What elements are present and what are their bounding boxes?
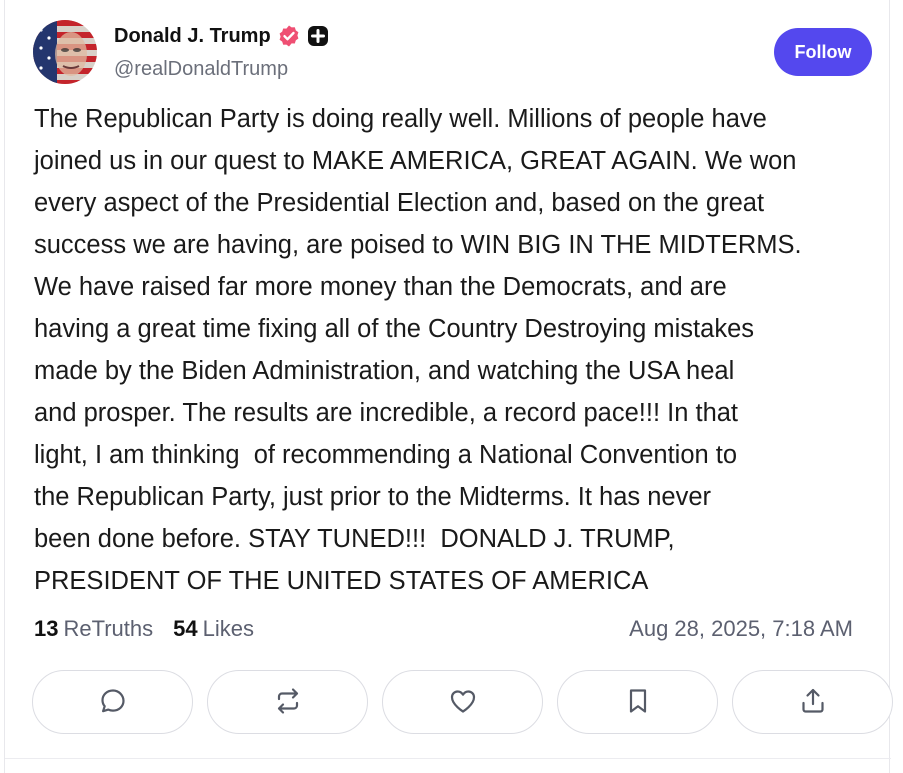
retruths-label[interactable]: ReTruths xyxy=(63,616,153,642)
likes-label[interactable]: Likes xyxy=(203,616,254,642)
likes-count[interactable]: 54 xyxy=(173,616,197,642)
follow-button[interactable]: Follow xyxy=(774,28,872,76)
retruth-icon xyxy=(273,686,303,719)
verified-badge-icon xyxy=(277,24,301,48)
bookmark-icon xyxy=(623,686,653,719)
author-name-row: Donald J. Trump xyxy=(114,24,329,48)
avatar[interactable] xyxy=(33,20,97,84)
retruths-count[interactable]: 13 xyxy=(34,616,58,642)
action-bar xyxy=(32,670,893,734)
plus-subscriber-icon xyxy=(307,25,329,47)
post-stats: 13 ReTruths 54 Likes xyxy=(34,616,254,642)
retruth-button[interactable] xyxy=(207,670,368,734)
author-handle[interactable]: @realDonaldTrump xyxy=(114,58,288,81)
post-timestamp: Aug 28, 2025, 7:18 AM xyxy=(629,616,853,641)
post-card: Donald J. Trump @realDonaldTrump Follow … xyxy=(4,0,893,773)
post-text: The Republican Party is doing really wel… xyxy=(34,105,802,595)
reply-button[interactable] xyxy=(32,670,193,734)
share-icon xyxy=(798,686,828,719)
bookmark-button[interactable] xyxy=(557,670,718,734)
share-button[interactable] xyxy=(732,670,893,734)
like-button[interactable] xyxy=(382,670,543,734)
author-display-name[interactable]: Donald J. Trump xyxy=(114,25,271,48)
reply-icon xyxy=(98,686,128,719)
heart-icon xyxy=(448,686,478,719)
divider xyxy=(5,758,891,759)
avatar-image xyxy=(33,20,97,84)
